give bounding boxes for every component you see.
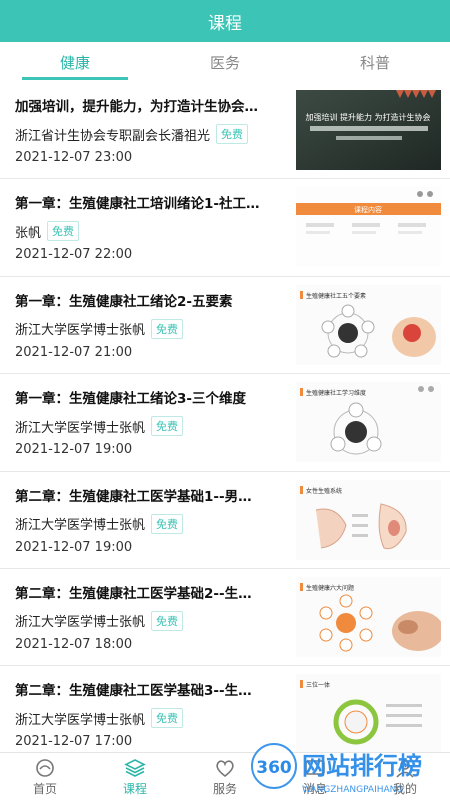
course-date: 2021-12-07 22:00 (15, 247, 133, 263)
course-author: 浙江大学医学博士张帆 (15, 323, 146, 339)
tab-health[interactable]: 健康 (0, 42, 150, 82)
message-icon (305, 759, 325, 775)
course-date: 2021-12-07 19:00 (15, 442, 133, 458)
course-item[interactable]: 第一章：生殖健康社工绪论2-五要素 浙江大学医学博士张帆 免费 2021-12-… (0, 276, 450, 375)
course-item[interactable]: 第一章：生殖健康社工培训绪论1-社工… 张帆 免费 2021-12-07 22:… (0, 179, 450, 277)
course-author: 浙江大学医学博士张帆 (15, 615, 146, 631)
course-thumbnail[interactable]: 生殖健康社工五个要素 (296, 284, 441, 365)
course-title: 第一章：生殖健康社工培训绪论1-社工… (15, 196, 260, 213)
thumb-text: 生殖健康六大问题 (306, 584, 354, 592)
thumb-text: 女性生殖系统 (306, 487, 342, 495)
course-title: 第二章：生殖健康社工医学基础1--男… (15, 488, 252, 505)
course-meta: 浙江大学医学博士张帆 免费 (15, 416, 184, 437)
course-info: 第一章：生殖健康社工绪论2-五要素 浙江大学医学博士张帆 免费 2021-12-… (15, 277, 287, 373)
thumb-text: 三位一体 (306, 681, 330, 689)
course-meta: 张帆 免费 (15, 221, 80, 242)
thumb-text: 生殖健康社工五个要素 (306, 292, 366, 300)
course-info: 第一章：生殖健康社工绪论3-三个维度 浙江大学医学博士张帆 免费 2021-12… (15, 374, 287, 470)
course-meta: 浙江省计生协会专职副会长潘祖光 免费 (15, 124, 249, 144)
heart-icon (216, 759, 234, 777)
free-badge: 免费 (151, 513, 184, 534)
nav-course-label: 课程 (122, 781, 147, 796)
course-author: 浙江大学医学博士张帆 (15, 518, 146, 534)
bottom-navigation: 首页 课程 服务 消息 我的 (0, 752, 450, 800)
category-tabs: 健康 医务 科普 (0, 42, 450, 82)
nav-home[interactable]: 首页 (0, 753, 90, 800)
course-info: 第一章：生殖健康社工培训绪论1-社工… 张帆 免费 2021-12-07 22:… (15, 179, 287, 275)
thumb-text: 加强培训 提升能力 为打造计生协会 (305, 112, 430, 122)
home-icon (36, 758, 54, 777)
course-list: 加强培训，提升能力，为打造计生协会… 浙江省计生协会专职副会长潘祖光 免费 20… (0, 82, 450, 752)
nav-service-label: 服务 (212, 781, 237, 796)
tab-medical[interactable]: 医务 (150, 42, 300, 82)
course-item[interactable]: 第二章：生殖健康社工医学基础3--生… 浙江大学医学博士张帆 免费 2021-1… (0, 666, 450, 752)
course-date: 2021-12-07 23:00 (15, 150, 133, 165)
course-info: 加强培训，提升能力，为打造计生协会… 浙江省计生协会专职副会长潘祖光 免费 20… (15, 82, 287, 178)
course-author: 浙江省计生协会专职副会长潘祖光 (15, 128, 211, 144)
user-icon (396, 759, 414, 778)
course-info: 第二章：生殖健康社工医学基础1--男… 浙江大学医学博士张帆 免费 2021-1… (15, 472, 287, 568)
course-date: 2021-12-07 19:00 (15, 539, 133, 555)
nav-mine[interactable]: 我的 (360, 753, 450, 800)
course-thumbnail[interactable]: 加强培训 提升能力 为打造计生协会 (296, 90, 441, 170)
course-title: 第二章：生殖健康社工医学基础2--生… (15, 585, 252, 602)
free-badge: 免费 (151, 416, 184, 437)
course-thumbnail[interactable]: 生殖健康六大问题 (296, 576, 441, 657)
course-info: 第二章：生殖健康社工医学基础3--生… 浙江大学医学博士张帆 免费 2021-1… (15, 666, 287, 752)
course-info: 第二章：生殖健康社工医学基础2--生… 浙江大学医学博士张帆 免费 2021-1… (15, 569, 287, 665)
free-badge: 免费 (151, 610, 184, 631)
course-author: 浙江大学医学博士张帆 (15, 712, 146, 728)
course-meta: 浙江大学医学博士张帆 免费 (15, 708, 184, 729)
course-meta: 浙江大学医学博士张帆 免费 (15, 318, 184, 339)
course-meta: 浙江大学医学博士张帆 免费 (15, 513, 184, 534)
free-badge: 免费 (216, 124, 249, 144)
course-item[interactable]: 第二章：生殖健康社工医学基础2--生… 浙江大学医学博士张帆 免费 2021-1… (0, 568, 450, 667)
free-badge: 免费 (151, 708, 184, 729)
course-item[interactable]: 加强培训，提升能力，为打造计生协会… 浙江省计生协会专职副会长潘祖光 免费 20… (0, 82, 450, 180)
course-date: 2021-12-07 18:00 (15, 636, 133, 652)
page-title: 课程 (208, 13, 242, 34)
nav-home-label: 首页 (32, 781, 57, 796)
nav-message[interactable]: 消息 (270, 753, 360, 800)
course-date: 2021-12-07 21:00 (15, 344, 133, 360)
nav-mine-label: 我的 (392, 781, 417, 796)
course-title: 第二章：生殖健康社工医学基础3--生… (15, 683, 252, 700)
course-thumbnail[interactable]: 生殖健康社工学习维度 (296, 382, 441, 463)
course-author: 张帆 (15, 225, 42, 241)
course-title: 第一章：生殖健康社工绪论2-五要素 (15, 293, 233, 310)
course-date: 2021-12-07 17:00 (15, 734, 133, 750)
course-item[interactable]: 第一章：生殖健康社工绪论3-三个维度 浙江大学医学博士张帆 免费 2021-12… (0, 374, 450, 472)
thumb-text: 课程内容 (354, 205, 382, 214)
nav-service[interactable]: 服务 (180, 753, 270, 800)
thumb-text: 生殖健康社工学习维度 (306, 389, 366, 397)
course-meta: 浙江大学医学博士张帆 免费 (15, 610, 184, 631)
tab-science[interactable]: 科普 (300, 42, 450, 82)
nav-message-label: 消息 (302, 781, 327, 796)
nav-course[interactable]: 课程 (90, 753, 180, 800)
app-header: 课程 (0, 0, 450, 42)
course-thumbnail[interactable]: 三位一体 (296, 674, 441, 752)
course-thumbnail[interactable]: 女性生殖系统 (296, 479, 441, 560)
course-icon (124, 758, 146, 777)
course-thumbnail[interactable]: 课程内容 (296, 187, 441, 268)
course-title: 加强培训，提升能力，为打造计生协会… (15, 99, 258, 115)
free-badge: 免费 (151, 318, 184, 339)
course-item[interactable]: 第二章：生殖健康社工医学基础1--男… 浙江大学医学博士张帆 免费 2021-1… (0, 471, 450, 569)
course-title: 第一章：生殖健康社工绪论3-三个维度 (15, 391, 246, 408)
free-badge: 免费 (47, 221, 80, 242)
course-author: 浙江大学医学博士张帆 (15, 420, 146, 436)
